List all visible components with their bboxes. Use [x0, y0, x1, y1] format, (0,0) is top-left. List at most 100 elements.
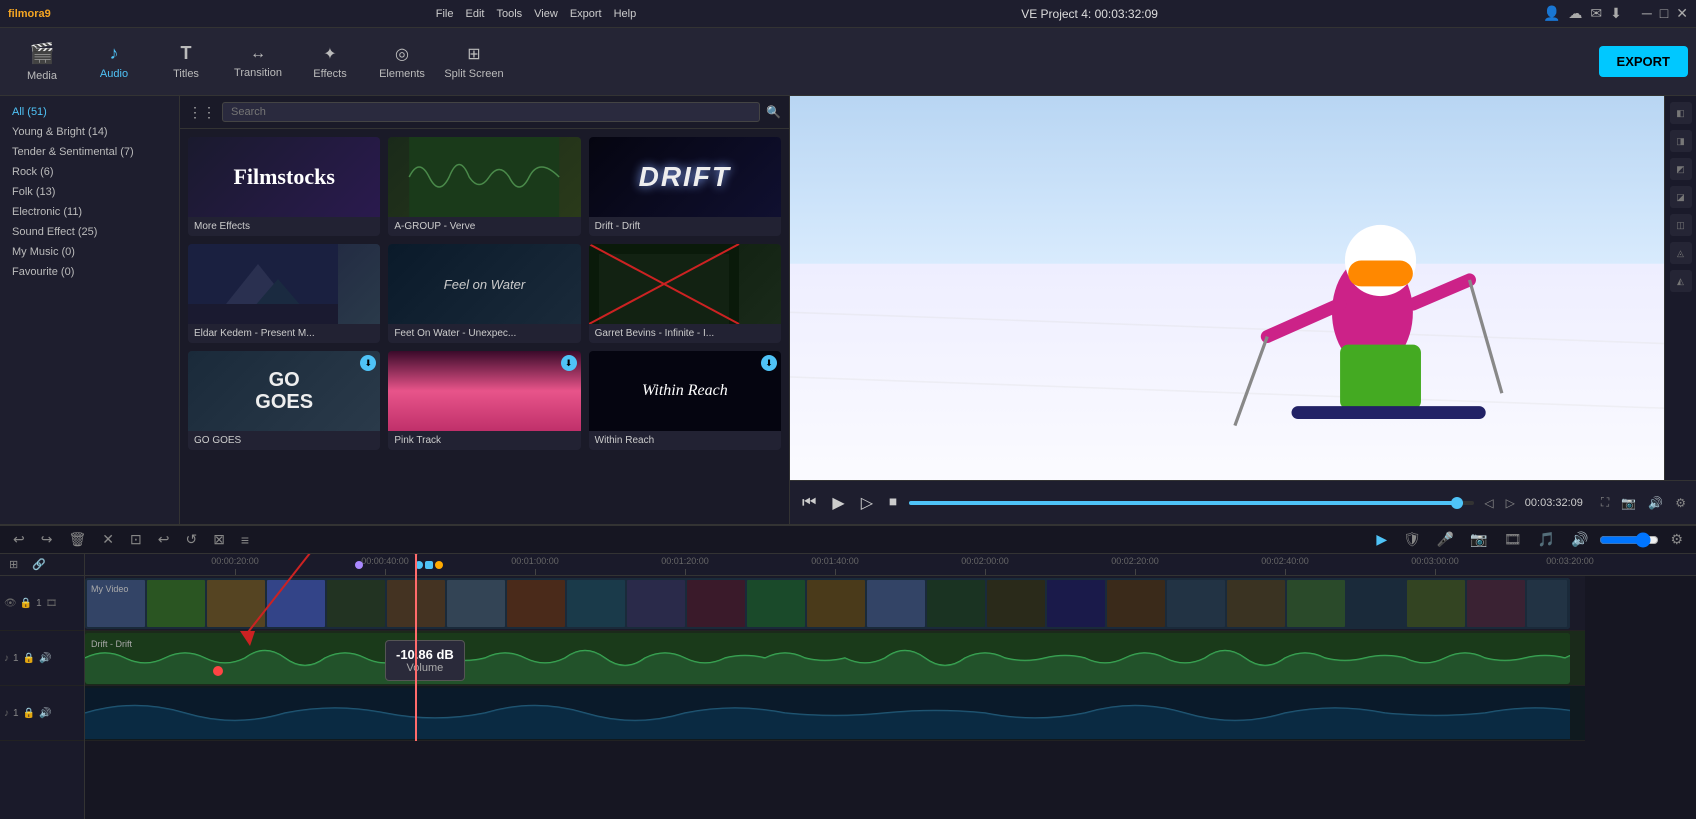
panel-btn-2[interactable]: ◨	[1670, 130, 1692, 152]
timeline-content: 00:00:20:00 00:00:40:00 00:01:00:00 00:0…	[85, 554, 1696, 819]
close-button[interactable]: ✕	[1676, 5, 1688, 22]
audio-track-2[interactable]	[85, 686, 1585, 741]
track-lock-icon[interactable]: 🔒	[20, 598, 32, 609]
profile-icon[interactable]: 👤	[1543, 5, 1560, 22]
mail-icon[interactable]: ✉	[1590, 5, 1602, 22]
video-track[interactable]: My Video	[85, 576, 1585, 631]
track-lock-icon-2[interactable]: 🔒	[23, 653, 35, 664]
minimize-button[interactable]: ─	[1642, 5, 1652, 22]
stabilize-button[interactable]: ↺	[180, 529, 202, 550]
expand-left-icon[interactable]: ◁	[1482, 494, 1495, 512]
maximize-button[interactable]: □	[1660, 5, 1668, 22]
panel-btn-7[interactable]: ◭	[1670, 270, 1692, 292]
menu-edit[interactable]: Edit	[466, 8, 485, 20]
toolbar-effects[interactable]: ✦ Effects	[296, 32, 364, 92]
menu-tools[interactable]: Tools	[496, 8, 522, 20]
screenshot-icon[interactable]: 📷	[1619, 494, 1638, 512]
audio-card-eldar[interactable]: Eldar Kedem - Present M...	[188, 244, 380, 343]
export-button[interactable]: EXPORT	[1599, 46, 1688, 77]
card-label: Eldar Kedem - Present M...	[188, 324, 380, 343]
expand-right-icon[interactable]: ▷	[1504, 494, 1517, 512]
color-button[interactable]: ≡	[236, 530, 254, 550]
panel-btn-3[interactable]: ◩	[1670, 158, 1692, 180]
cut-button[interactable]: ✕	[97, 529, 119, 550]
stop-button[interactable]: ⏹	[885, 490, 901, 516]
link-button[interactable]: 🔗	[27, 556, 51, 573]
audio-track-timeline[interactable]: Drift - Drift	[85, 631, 1585, 686]
audio-clip[interactable]: Drift - Drift	[85, 633, 1570, 684]
menu-file[interactable]: File	[436, 8, 454, 20]
category-favourite[interactable]: Favourite (0)	[0, 262, 179, 282]
audio-card-pink[interactable]: ⬇ Pink Track	[388, 351, 580, 450]
category-mymusic[interactable]: My Music (0)	[0, 242, 179, 262]
card-label: A-GROUP - Verve	[388, 217, 580, 236]
play-timeline-button[interactable]: ▶	[1371, 529, 1392, 550]
panel-btn-4[interactable]: ◪	[1670, 186, 1692, 208]
delete-button[interactable]: 🗑	[63, 529, 91, 550]
category-rock[interactable]: Rock (6)	[0, 162, 179, 182]
download-icon[interactable]: ⬇	[1610, 5, 1622, 22]
audio-card-filmstocks[interactable]: Filmstocks More Effects	[188, 137, 380, 236]
motion-button[interactable]: ⊠	[208, 529, 230, 550]
panel-btn-6[interactable]: ◬	[1670, 242, 1692, 264]
timeline-ruler[interactable]: 00:00:20:00 00:00:40:00 00:01:00:00 00:0…	[85, 554, 1696, 576]
category-young[interactable]: Young & Bright (14)	[0, 122, 179, 142]
progress-thumb[interactable]	[1451, 497, 1463, 509]
progress-bar[interactable]	[909, 501, 1474, 505]
panel-btn-1[interactable]: ◧	[1670, 102, 1692, 124]
search-icon[interactable]: 🔍	[766, 105, 781, 119]
right-panel: ◧ ◨ ◩ ◪ ◫ ◬ ◭ ⏮ ▶ ▷ ⏹ ◁	[790, 96, 1696, 524]
fullscreen-icon[interactable]: ⛶	[1599, 493, 1611, 512]
category-folk[interactable]: Folk (13)	[0, 182, 179, 202]
category-electronic[interactable]: Electronic (11)	[0, 202, 179, 222]
undo-button[interactable]: ↩	[8, 529, 30, 550]
toolbar-splitscreen[interactable]: ⊞ Split Screen	[440, 32, 508, 92]
content-area: All (51) Young & Bright (14) Tender & Se…	[0, 96, 1696, 524]
toolbar-transition[interactable]: ↔ Transition	[224, 32, 292, 92]
track-visibility-icon[interactable]: 👁	[4, 598, 17, 609]
audio-clip-2[interactable]	[85, 688, 1570, 739]
cloud-icon[interactable]: ☁	[1568, 5, 1582, 22]
play-button[interactable]: ▶	[828, 489, 848, 517]
redo-button[interactable]: ↪	[36, 529, 58, 550]
volume-icon[interactable]: 🔊	[1646, 494, 1665, 512]
toolbar-titles[interactable]: T Titles	[152, 32, 220, 92]
audio-mix-button[interactable]: 🎵	[1533, 529, 1560, 550]
camera-button[interactable]: 📷	[1465, 529, 1492, 550]
grid-icon[interactable]: ⋮⋮	[188, 104, 216, 121]
menu-view[interactable]: View	[534, 8, 558, 20]
volume-tooltip: -10.86 dB Volume	[385, 640, 465, 681]
toolbar-audio[interactable]: ♪ Audio	[80, 32, 148, 92]
audio-card-verve[interactable]: A-GROUP - Verve	[388, 137, 580, 236]
category-tender[interactable]: Tender & Sentimental (7)	[0, 142, 179, 162]
audio-card-goes[interactable]: GOGOES ⬇ GO GOES	[188, 351, 380, 450]
crop-button[interactable]: ⊡	[125, 529, 147, 550]
ruler-tick	[1435, 569, 1436, 575]
shield-button[interactable]: 🛡	[1398, 529, 1426, 550]
track-mute-icon-2[interactable]: 🔊	[39, 708, 51, 719]
video-clip[interactable]: My Video	[85, 578, 1570, 629]
add-track-button[interactable]: ⊞	[4, 556, 23, 573]
track-lock-icon-3[interactable]: 🔒	[23, 708, 35, 719]
category-soundeffect[interactable]: Sound Effect (25)	[0, 222, 179, 242]
rewind-button[interactable]: ⏮	[798, 490, 820, 516]
track-mute-icon[interactable]: 🔊	[39, 653, 51, 664]
panel-btn-5[interactable]: ◫	[1670, 214, 1692, 236]
toolbar-elements[interactable]: ◎ Elements	[368, 32, 436, 92]
play-alt-button[interactable]: ▷	[857, 489, 877, 517]
audio-card-feetonwater[interactable]: Feel on Water Feet On Water - Unexpec...	[388, 244, 580, 343]
toolbar-media[interactable]: 🎬 Media	[8, 32, 76, 92]
audio-card-drift[interactable]: DRIFT Drift - Drift	[589, 137, 781, 236]
volume-slider[interactable]	[1599, 532, 1659, 548]
render-button[interactable]: 🎞	[1499, 529, 1527, 550]
audio-card-garret[interactable]: Garret Bevins - Infinite - I...	[589, 244, 781, 343]
settings2-button[interactable]: ⚙	[1665, 529, 1688, 550]
settings-icon[interactable]: ⚙	[1673, 494, 1688, 512]
menu-export[interactable]: Export	[570, 8, 602, 20]
audio-card-within[interactable]: Within Reach ⬇ Within Reach	[589, 351, 781, 450]
search-input[interactable]	[222, 102, 760, 122]
mic-button[interactable]: 🎤	[1432, 529, 1459, 550]
rotate-button[interactable]: ↩	[153, 529, 175, 550]
menu-help[interactable]: Help	[614, 8, 637, 20]
category-all[interactable]: All (51)	[0, 102, 179, 122]
